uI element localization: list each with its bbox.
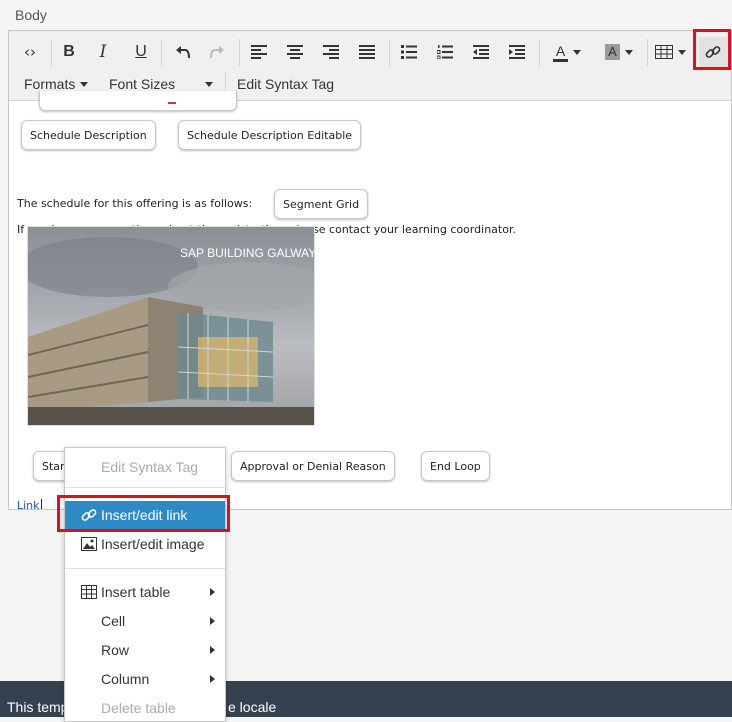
toolbar-separator	[389, 39, 390, 67]
chip-label: End Loop	[430, 459, 481, 473]
align-left-icon	[251, 45, 267, 59]
bullet-list-icon	[401, 45, 417, 59]
chevron-down-icon	[624, 49, 633, 55]
toolbar-separator	[539, 39, 540, 67]
indent-icon	[509, 45, 525, 59]
menu-item-column[interactable]: Column	[65, 665, 225, 693]
italic-icon: I	[99, 42, 107, 62]
chevron-right-icon	[210, 646, 215, 654]
chip-label: Approval or Denial Reason	[240, 459, 386, 473]
menu-item-label: Column	[101, 671, 150, 687]
schedule-description-chip[interactable]: Schedule Description	[21, 120, 156, 150]
outdent-icon	[473, 45, 489, 59]
align-center-icon	[287, 45, 303, 59]
link-label: Link	[17, 499, 40, 510]
context-menu: Edit Syntax Tag Insert/edit link Insert/…	[64, 447, 226, 722]
menu-item-edit-syntax-tag[interactable]: Edit Syntax Tag	[65, 453, 225, 481]
table-icon	[654, 45, 673, 59]
background-color-icon: A	[605, 44, 620, 60]
toolbar-separator	[647, 39, 648, 67]
toolbar-separator	[161, 39, 162, 67]
chip-label: Schedule Description Editable	[187, 128, 353, 142]
edit-syntax-tag-label: Edit Syntax Tag	[237, 76, 335, 92]
toolbar-separator	[239, 39, 240, 67]
align-center-button[interactable]	[281, 37, 309, 67]
table-icon	[81, 585, 97, 599]
chip-label: Schedule Description	[30, 128, 147, 142]
source-code-button[interactable]: ‹›	[15, 37, 45, 67]
numbered-list-button[interactable]	[431, 37, 459, 67]
link-text[interactable]: Link	[17, 499, 42, 510]
redo-icon	[210, 46, 224, 59]
menu-item-cell[interactable]: Cell	[65, 607, 225, 635]
italic-button[interactable]: I	[89, 37, 117, 67]
approval-reason-chip[interactable]: Approval or Denial Reason	[231, 451, 395, 481]
schedule-description-editable-chip[interactable]: Schedule Description Editable	[178, 120, 362, 150]
chip-label: Segment Grid	[283, 197, 360, 211]
text-color-button[interactable]: A	[545, 37, 589, 67]
bold-icon: B	[63, 43, 75, 60]
menu-item-row[interactable]: Row	[65, 636, 225, 664]
menu-separator	[65, 568, 225, 569]
end-loop-chip[interactable]: End Loop	[421, 451, 490, 481]
table-button[interactable]	[651, 37, 689, 67]
menu-item-label: Insert/edit image	[101, 536, 205, 552]
menu-item-insert-table[interactable]: Insert table	[65, 578, 225, 606]
outdent-button[interactable]	[467, 37, 495, 67]
bold-button[interactable]: B	[55, 37, 83, 67]
align-right-icon	[323, 45, 339, 59]
numbered-list-icon	[437, 45, 453, 59]
align-justify-button[interactable]	[353, 37, 381, 67]
toolbar-row-1: ‹› B I U A A	[9, 33, 731, 71]
segment-grid-chip[interactable]: Segment Grid	[274, 189, 369, 219]
background-color-button[interactable]: A	[597, 37, 641, 67]
bullet-list-button[interactable]	[395, 37, 423, 67]
chip-mark	[168, 102, 176, 104]
menu-separator	[65, 487, 225, 488]
footer-text-left: This temp	[7, 699, 69, 715]
insert-link-highlight	[57, 495, 230, 532]
menu-item-label: Insert table	[101, 584, 171, 600]
menu-item-delete-table[interactable]: Delete table	[65, 694, 225, 722]
align-left-button[interactable]	[245, 37, 273, 67]
chevron-down-icon	[677, 49, 686, 55]
formats-label: Formats	[24, 76, 76, 92]
chevron-right-icon	[210, 675, 215, 683]
building-image: SAP BUILDING GALWAY	[28, 227, 315, 425]
menu-item-label: Delete table	[101, 700, 176, 716]
source-code-icon: ‹›	[24, 43, 36, 61]
indent-button[interactable]	[503, 37, 531, 67]
text-color-icon: A	[552, 43, 569, 62]
undo-icon	[176, 46, 190, 59]
image-caption: SAP BUILDING GALWAY	[180, 246, 315, 260]
chevron-down-icon	[80, 81, 89, 87]
rich-text-editor[interactable]: ‹› B I U A A Formats Font Sizes Edit Syn…	[8, 30, 732, 510]
chevron-down-icon	[573, 49, 582, 55]
chevron-right-icon	[210, 588, 215, 596]
chevron-right-icon	[210, 617, 215, 625]
underline-button[interactable]: U	[127, 37, 155, 67]
chip-label: Star	[42, 459, 65, 473]
align-right-button[interactable]	[317, 37, 345, 67]
link-button-highlight	[693, 29, 731, 70]
edit-syntax-tag-menu[interactable]: Edit Syntax Tag	[237, 73, 334, 95]
menu-item-insert-edit-image[interactable]: Insert/edit image	[65, 530, 225, 558]
text-cursor	[40, 499, 42, 509]
menu-item-label: Row	[101, 642, 130, 658]
body-field-label: Body	[15, 7, 47, 23]
chevron-down-icon	[205, 81, 213, 87]
redo-button[interactable]	[203, 37, 231, 67]
underline-icon: U	[135, 43, 147, 60]
undo-button[interactable]	[169, 37, 197, 67]
footer-text-right: e locale	[228, 699, 277, 715]
toolbar-separator	[51, 39, 52, 67]
schedule-text: The schedule for this offering is as fol…	[17, 197, 253, 210]
building-photo[interactable]: SAP BUILDING GALWAY	[27, 226, 315, 426]
menu-item-label: Edit Syntax Tag	[101, 459, 199, 475]
font-sizes-label: Font Sizes	[109, 76, 176, 92]
cut-off-chip[interactable]	[39, 91, 237, 111]
align-justify-icon	[359, 45, 375, 59]
image-icon	[81, 537, 97, 551]
menu-item-label: Cell	[101, 613, 126, 629]
